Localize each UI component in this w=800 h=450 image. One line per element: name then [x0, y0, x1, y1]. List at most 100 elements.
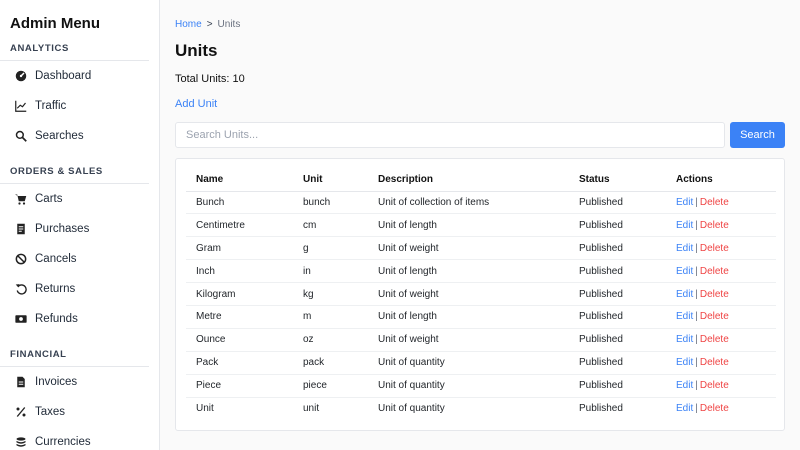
edit-link[interactable]: Edit: [676, 334, 693, 345]
sidebar-section-title: ANALYTICS: [0, 36, 149, 61]
dashboard-icon: [14, 69, 28, 83]
table-row: Kilogram kg Unit of weight Published Edit | De…: [186, 282, 776, 306]
cell-status: Published: [569, 259, 666, 284]
edit-link[interactable]: Edit: [676, 266, 693, 277]
edit-link[interactable]: Edit: [676, 243, 693, 254]
cell-status: Published: [569, 213, 666, 238]
delete-link[interactable]: Delete: [700, 403, 729, 414]
edit-link[interactable]: Edit: [676, 357, 693, 368]
main-content: Home > Units Units Total Units: 10 Add Uni…: [160, 0, 800, 450]
cell-description: Unit of weight: [368, 282, 569, 306]
table-row: Ounce oz Unit of weight Published Edit | Delet…: [186, 328, 776, 352]
cell-unit: unit: [303, 403, 320, 415]
action-separator: |: [695, 380, 698, 392]
action-separator: |: [695, 288, 698, 300]
cell-unit: pack: [293, 351, 368, 375]
edit-link[interactable]: Edit: [676, 197, 693, 208]
sidebar-item-label: Currencies: [35, 436, 91, 448]
breadcrumb-home-link[interactable]: Home: [175, 19, 202, 30]
sidebar-item-label: Returns: [35, 283, 76, 295]
ban-icon: [14, 252, 28, 266]
search-icon: [14, 129, 28, 143]
sidebar-item-carts[interactable]: Carts: [0, 184, 159, 214]
sidebar-item-traffic[interactable]: Traffic: [0, 91, 159, 121]
delete-link[interactable]: Delete: [700, 334, 729, 345]
cell-actions: Edit | Delete: [666, 213, 776, 238]
table-row: Inch in Unit of length Published Edit | Delete: [186, 259, 776, 284]
cell-actions: Edit | Delete: [666, 259, 776, 284]
total-units-count: Total Units: 10: [175, 73, 245, 85]
action-separator: |: [695, 403, 698, 415]
breadcrumb: Home > Units: [175, 19, 240, 30]
delete-link[interactable]: Delete: [700, 197, 729, 208]
sidebar-item-currencies[interactable]: Currencies: [0, 427, 159, 450]
action-separator: |: [695, 311, 698, 323]
cell-name: Pack: [186, 351, 293, 375]
cell-description: Unit of weight: [368, 328, 569, 352]
delete-link[interactable]: Delete: [700, 266, 729, 277]
search-button[interactable]: Search: [730, 122, 785, 148]
sidebar-item-searches[interactable]: Searches: [0, 121, 159, 151]
cell-name: Piece: [186, 374, 293, 398]
sidebar-item-cancels[interactable]: Cancels: [0, 244, 159, 274]
cell-name: Kilogram: [186, 282, 293, 306]
cell-description: Unit of quantity: [368, 351, 569, 375]
cell-status: Published: [569, 282, 666, 306]
sidebar-item-invoices[interactable]: Invoices: [0, 367, 159, 397]
percent-icon: [14, 405, 28, 419]
cell-status: Published: [579, 403, 623, 415]
cell-actions: Edit | Delete: [666, 328, 776, 352]
units-table: Name Unit Description Status Actions Bun…: [186, 169, 776, 420]
cell-description: Unit of weight: [368, 236, 569, 261]
cell-status: Published: [569, 374, 666, 398]
edit-link[interactable]: Edit: [676, 380, 693, 391]
sidebar-section-title: ORDERS & SALES: [0, 159, 149, 184]
delete-link[interactable]: Delete: [700, 380, 729, 391]
cell-description: Unit of quantity: [378, 403, 445, 415]
cell-name: Metre: [186, 305, 293, 329]
sidebar-item-taxes[interactable]: Taxes: [0, 397, 159, 427]
delete-link[interactable]: Delete: [700, 220, 729, 231]
cell-unit: kg: [293, 282, 368, 306]
cell-actions: Edit | Delete: [666, 236, 776, 261]
cell-actions: Edit | Delete: [666, 191, 776, 215]
cell-actions: Edit | Delete: [666, 351, 776, 375]
sidebar-item-returns[interactable]: Returns: [0, 274, 159, 304]
action-separator: |: [695, 357, 698, 369]
cell-description: Unit of length: [368, 213, 569, 238]
page-title: Units: [175, 41, 218, 60]
edit-link[interactable]: Edit: [676, 403, 693, 414]
delete-link[interactable]: Delete: [700, 311, 729, 322]
sidebar-item-dashboard[interactable]: Dashboard: [0, 61, 159, 91]
column-header-actions: Actions: [666, 169, 776, 192]
cell-status: Published: [569, 191, 666, 215]
cart-icon: [14, 192, 28, 206]
sidebar-title: Admin Menu: [10, 15, 100, 32]
cell-unit: in: [293, 259, 368, 284]
delete-link[interactable]: Delete: [700, 357, 729, 368]
delete-link[interactable]: Delete: [700, 243, 729, 254]
search-input[interactable]: [175, 122, 725, 148]
cell-actions: Edit | Delete: [666, 305, 776, 329]
delete-link[interactable]: Delete: [700, 289, 729, 300]
table-row: Centimetre cm Unit of length Published Edit |…: [186, 213, 776, 238]
cell-name: Bunch: [186, 191, 293, 215]
sidebar-item-purchases[interactable]: Purchases: [0, 214, 159, 244]
money-icon: [14, 312, 28, 326]
cell-description: Unit of quantity: [368, 374, 569, 398]
column-header-unit: Unit: [293, 169, 368, 192]
cell-actions: Edit | Delete: [666, 282, 776, 306]
sidebar-item-refunds[interactable]: Refunds: [0, 304, 159, 334]
sidebar-item-label: Carts: [35, 193, 63, 205]
edit-link[interactable]: Edit: [676, 220, 693, 231]
edit-link[interactable]: Edit: [676, 289, 693, 300]
coins-icon: [14, 435, 28, 449]
action-separator: |: [695, 265, 698, 277]
cell-name: Ounce: [186, 328, 293, 352]
cell-description: Unit of length: [368, 259, 569, 284]
cell-description: Unit of collection of items: [368, 191, 569, 215]
add-unit-link[interactable]: Add Unit: [175, 98, 217, 110]
edit-link[interactable]: Edit: [676, 311, 693, 322]
action-separator: |: [695, 334, 698, 346]
